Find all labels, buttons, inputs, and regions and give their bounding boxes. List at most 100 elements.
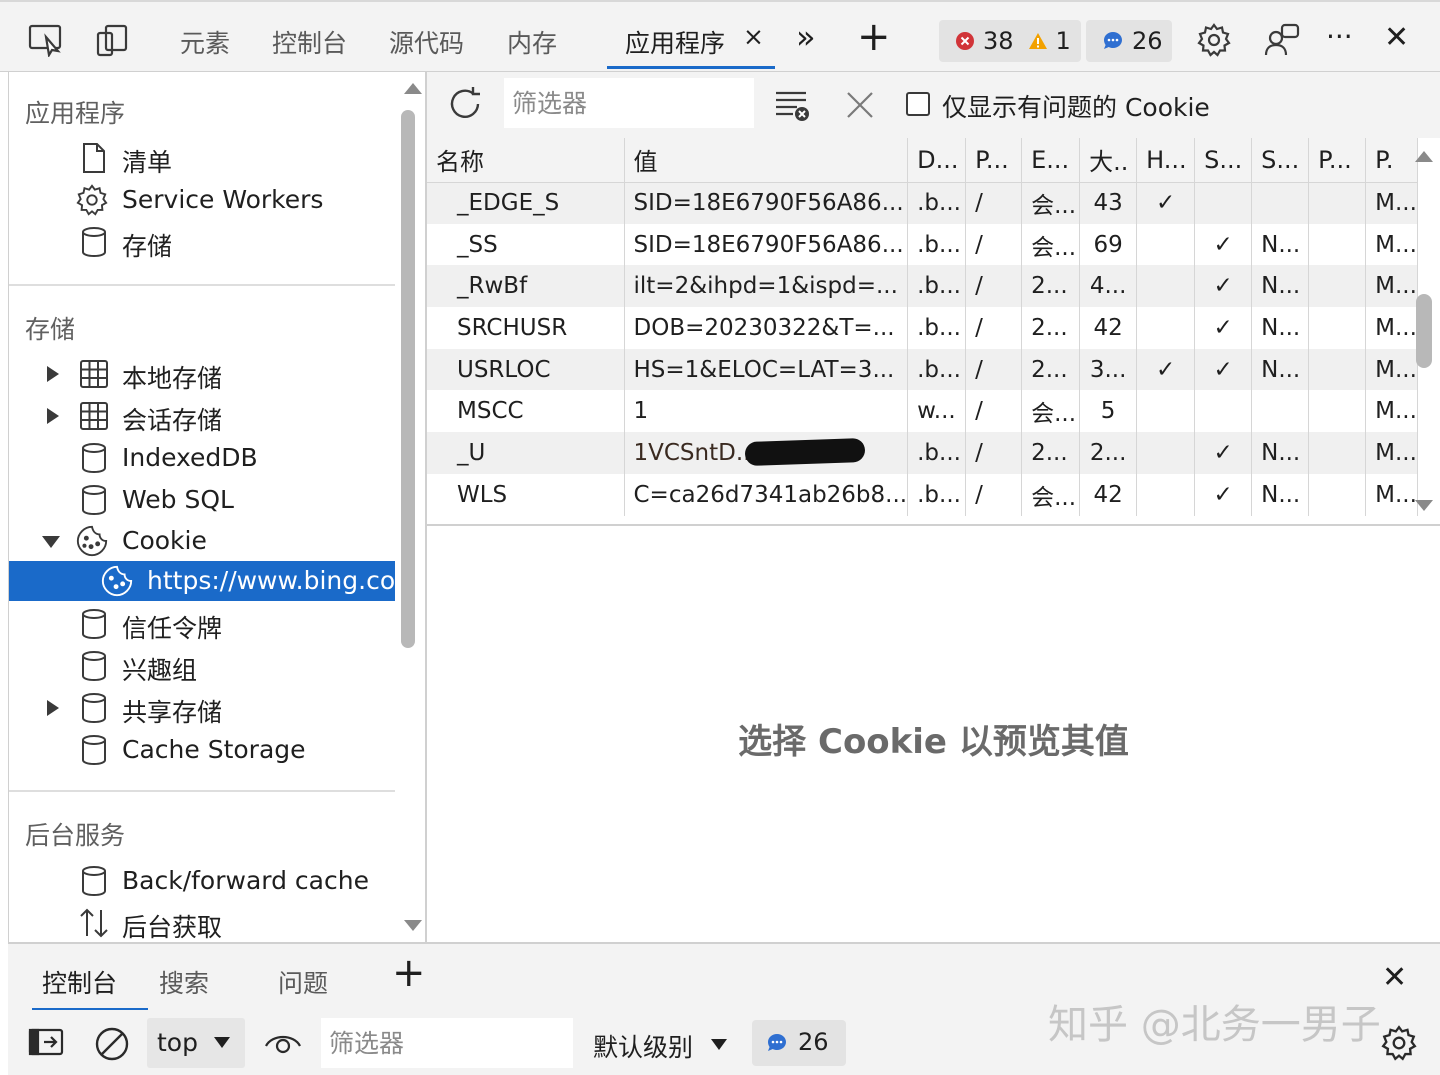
column-header-size[interactable]: 大.. [1079,138,1138,183]
sidebar-item-bfcache[interactable]: Back/forward cache [9,861,395,901]
refresh-icon[interactable] [445,84,485,124]
sidebar-item-label: 兴趣组 [122,656,198,685]
table-cell: _EDGE_S [427,182,625,224]
column-header-expires[interactable]: E... [1021,138,1081,183]
close-tab-icon[interactable]: × [743,22,764,51]
table-row[interactable]: SRCHUSR DOB=20230322&T=... .b.../2... 42 ✓ N.… [427,307,1418,349]
table-cell: ✓ [1194,348,1253,391]
table-cell [1194,390,1253,433]
sidebar-item-web-sql[interactable]: Web SQL [9,480,395,520]
table-row[interactable]: USRLOC HS=1&ELOC=LAT=3... .b.../2... 3... ✓ ✓… [427,348,1418,391]
column-header-name[interactable]: 名称 [427,138,625,183]
expand-arrow-icon[interactable] [47,366,59,382]
sidebar-item-manifest[interactable]: 清单 [9,138,395,178]
table-cell: ilt=2&ihpd=1&ispd=... [624,265,909,308]
table-row[interactable]: _U 1VCSntD... .b.../2... 2... ✓ N... M... [427,432,1418,474]
table-cell [1136,473,1196,516]
sidebar-scroll-thumb[interactable] [401,110,415,648]
database-icon [82,485,106,516]
console-filter-input[interactable] [321,1018,573,1068]
table-row[interactable]: _RwBf ilt=2&ihpd=1&ispd=... .b.../2... 4...… [427,265,1418,308]
column-header-samesite[interactable]: S... [1251,138,1310,183]
sidebar-item-session-storage[interactable]: 会话存储 [9,396,395,436]
cookie-preview-placeholder: 选择 Cookie 以预览其值 [738,722,1129,762]
sidebar-item-indexeddb[interactable]: IndexedDB [9,438,395,478]
more-options-icon[interactable]: ··· [1326,20,1353,53]
sidebar-item-interest-groups[interactable]: 兴趣组 [9,646,395,686]
table-cell [1308,390,1367,433]
column-header-value[interactable]: 值 [624,138,909,183]
table-cell: MSCC [427,390,625,433]
console-messages-counter[interactable]: 26 [752,1020,846,1066]
sidebar-item-label: 后台获取 [122,913,223,942]
grid-icon [80,360,108,388]
expand-arrow-icon[interactable] [47,408,59,424]
sidebar-item-shared-storage[interactable]: 共享存储 [9,688,395,728]
settings-gear-icon[interactable] [1194,20,1234,60]
column-header-path[interactable]: P... [965,138,1023,183]
add-drawer-tab-icon[interactable]: + [392,950,426,996]
sidebar-item-cookie-bing[interactable]: https://www.bing.com [9,561,419,601]
only-issues-checkbox[interactable] [906,92,930,116]
sidebar-item-cookie[interactable]: Cookie [9,521,395,561]
table-cell [1136,307,1196,349]
issues-counter[interactable]: 38 1 [939,20,1081,62]
table-cell: ✓ [1194,223,1253,266]
clear-all-cookies-icon[interactable] [773,88,813,124]
table-row[interactable]: MSCC 1 w... / 会... 5 M... [427,390,1418,433]
drawer-tab-issues[interactable]: 问题 [278,964,328,1000]
messages-counter[interactable]: 26 [1086,20,1172,62]
sidebar-item-storage[interactable]: 存储 [9,222,395,262]
table-cell: 2... [1021,307,1081,349]
delete-selected-icon[interactable] [845,90,875,120]
sidebar-item-trust-tokens[interactable]: 信任令牌 [9,604,395,644]
tab-console[interactable]: 控制台 [272,24,347,60]
tab-memory[interactable]: 内存 [507,24,557,60]
feedback-icon[interactable] [1262,20,1302,60]
column-header-secure[interactable]: S... [1194,138,1253,183]
scroll-down-icon[interactable] [1413,498,1435,514]
drawer-tab-search[interactable]: 搜索 [159,964,209,1000]
error-icon [956,32,974,50]
sidebar-item-service-workers[interactable]: Service Workers [9,180,395,220]
table-cell: .b... [907,348,967,391]
sidebar-item-background-fetch[interactable]: 后台获取 [9,903,395,943]
cookie-icon [76,525,108,557]
add-tab-icon[interactable]: + [857,14,891,60]
table-row[interactable]: WLS C=ca26d7341ab26b8... .b... / 会... 42 ✓ N...… [427,473,1418,516]
scroll-down-icon[interactable] [402,918,424,934]
tab-application[interactable]: 应用程序 [625,24,725,60]
chevron-down-icon[interactable] [710,1038,728,1052]
close-devtools-icon[interactable]: ✕ [1384,20,1409,55]
table-cell: .b... [907,182,967,224]
table-row[interactable]: _SS SID=18E6790F56A86... .b... / 会... 69 ✓ N...… [427,223,1418,266]
expand-arrow-icon[interactable] [47,700,59,716]
sidebar-item-label: 共享存储 [122,698,223,727]
sidebar-item-cache-storage[interactable]: Cache Storage [9,730,395,770]
column-header-domain[interactable]: D... [907,138,967,183]
tab-sources[interactable]: 源代码 [389,24,464,60]
console-settings-gear-icon[interactable] [1380,1024,1418,1062]
log-level-label[interactable]: 默认级别 [593,1028,693,1064]
column-header-httponly[interactable]: H... [1136,138,1196,183]
execution-context-select[interactable]: top [147,1018,245,1068]
close-drawer-icon[interactable]: ✕ [1382,960,1407,995]
tab-elements[interactable]: 元素 [180,24,230,60]
toggle-sidebar-icon[interactable] [28,1028,64,1056]
inspect-element-icon[interactable] [26,20,66,60]
collapse-arrow-icon[interactable] [42,536,60,548]
table-scroll-thumb[interactable] [1416,294,1432,368]
drawer-tab-console[interactable]: 控制台 [42,964,117,1000]
clear-console-icon[interactable] [94,1026,130,1062]
live-expression-eye-icon[interactable] [264,1030,302,1056]
table-row[interactable]: _EDGE_S SID=18E6790F56A86... .b... / 会... 43 ✓… [427,182,1418,224]
sidebar-item-local-storage[interactable]: 本地存储 [9,354,395,394]
table-cell: 42 [1079,473,1138,516]
column-header-partition-key[interactable]: P... [1308,138,1367,183]
more-tabs-icon[interactable]: » [796,18,816,56]
scroll-up-icon[interactable] [402,80,424,96]
scroll-up-icon[interactable] [1413,148,1435,164]
device-emulation-icon[interactable] [92,20,132,60]
table-cell: w... [907,390,967,433]
cookie-filter-input[interactable] [504,78,754,128]
